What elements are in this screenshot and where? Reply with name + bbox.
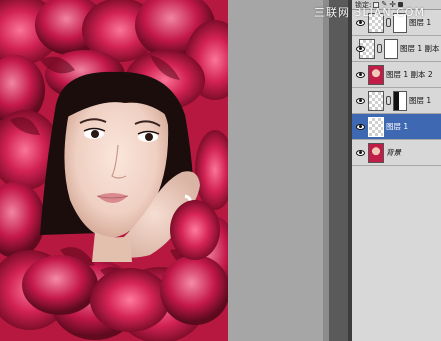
layer-name: 图层 1 (386, 122, 409, 131)
layers-panel: 锁定: ✎ ✛ 图层 1 图层 1 副本 3 图层 1 副本 2 (352, 0, 441, 341)
layer-name: 图层 1 副本 2 (386, 70, 433, 79)
document-canvas[interactable] (0, 0, 228, 341)
layer-mask-thumbnail[interactable] (393, 90, 407, 111)
layer-name: 背景 (386, 148, 401, 157)
visibility-eye-icon[interactable] (356, 71, 365, 78)
layer-row[interactable]: 背景 (352, 140, 441, 166)
layer-row[interactable]: 图层 1 副本 2 (352, 62, 441, 88)
visibility-eye-icon[interactable] (356, 123, 365, 130)
link-chain-icon[interactable] (377, 44, 382, 53)
rose-portrait-image (0, 0, 228, 341)
watermark: 三联网 3LIAN.COM (314, 6, 425, 19)
photoshop-window: 锁定: ✎ ✛ 图层 1 图层 1 副本 3 图层 1 副本 2 (0, 0, 441, 341)
visibility-eye-icon[interactable] (356, 97, 365, 104)
layer-row[interactable]: 图层 1 副本 3 (352, 36, 441, 62)
layer-row-selected[interactable]: 图层 1 (352, 114, 441, 140)
layer-thumbnail (368, 64, 384, 85)
layer-mask-thumbnail[interactable] (384, 38, 398, 59)
layer-thumbnail (368, 116, 384, 137)
layer-name: 图层 1 (409, 96, 432, 105)
workspace-background (228, 0, 328, 341)
layer-name: 图层 1 副本 3 (400, 44, 441, 53)
layer-row[interactable]: 图层 1 (352, 88, 441, 114)
layer-thumbnail (368, 90, 384, 111)
visibility-eye-icon[interactable] (356, 149, 365, 156)
visibility-eye-icon[interactable] (356, 19, 365, 26)
link-chain-icon[interactable] (386, 96, 391, 105)
layer-thumbnail (368, 142, 384, 163)
